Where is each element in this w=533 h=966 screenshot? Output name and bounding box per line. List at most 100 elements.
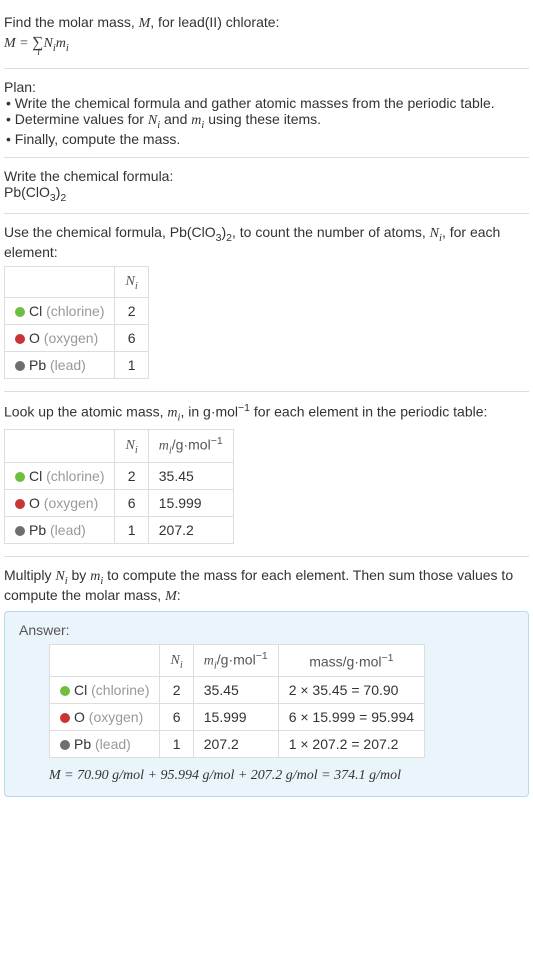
- hm: m: [204, 653, 214, 668]
- el-n: 2: [160, 677, 193, 704]
- table-row: Pb (lead) 1 207.2 1 × 207.2 = 207.2: [50, 731, 425, 758]
- mult-m: m: [90, 569, 100, 584]
- intro-section: Find the molar mass, M, for lead(II) chl…: [4, 8, 529, 64]
- plan-item-2: • Determine values for Ni and mi using t…: [6, 111, 529, 131]
- formula-section: Write the chemical formula: Pb(ClO3)2: [4, 157, 529, 210]
- intro-text: Find the molar mass,: [4, 14, 139, 30]
- eq-m-sub: i: [66, 43, 69, 54]
- answer-table: Ni mi/g·mol−1 mass/g·mol−1 Cl (chlorine)…: [49, 644, 425, 758]
- eq-m: m: [56, 36, 66, 51]
- el-m: 207.2: [193, 731, 278, 758]
- answer-label: Answer:: [19, 622, 514, 638]
- el-sym: Pb: [29, 357, 46, 373]
- table-row: Cl (chlorine) 2 35.45: [5, 462, 234, 489]
- mass-intro-3: for each element in the periodic table:: [250, 404, 487, 420]
- header-ni: Ni: [115, 267, 148, 298]
- el-sym: O: [74, 709, 85, 725]
- el-mass: 6 × 15.999 = 95.994: [278, 704, 424, 731]
- table-header-row: Ni mi/g·mol−1 mass/g·mol−1: [50, 644, 425, 676]
- plan-2-m: m: [191, 113, 201, 128]
- plan-item-3: • Finally, compute the mass.: [6, 131, 529, 147]
- table-row: O (oxygen) 6 15.999: [5, 489, 234, 516]
- plan-section: Plan: • Write the chemical formula and g…: [4, 68, 529, 153]
- dot-icon: [15, 472, 25, 482]
- plan-2-n: N: [148, 113, 157, 128]
- el-name: (oxygen): [44, 330, 98, 346]
- el-name: (lead): [50, 522, 86, 538]
- dot-icon: [60, 713, 70, 723]
- mult-2: by: [68, 567, 91, 583]
- el-n: 6: [115, 489, 148, 516]
- table-header-row: Ni: [5, 267, 149, 298]
- hsup: −1: [256, 650, 268, 662]
- el-n: 2: [115, 298, 148, 325]
- table-row: O (oxygen) 6 15.999 6 × 15.999 = 95.994: [50, 704, 425, 731]
- dot-icon: [15, 526, 25, 536]
- el-sym: O: [29, 495, 40, 511]
- table-header-row: Ni mi/g·mol−1: [5, 430, 234, 462]
- el-sym: Pb: [74, 736, 91, 752]
- el-name: (oxygen): [44, 495, 98, 511]
- element-cell-o: O (oxygen): [50, 704, 160, 731]
- el-m: 15.999: [193, 704, 278, 731]
- eq-lhs: M: [4, 36, 16, 51]
- dot-icon: [15, 499, 25, 509]
- dot-icon: [60, 686, 70, 696]
- el-n: 1: [160, 731, 193, 758]
- eq-equals: =: [16, 36, 32, 51]
- var-m-upper: M: [139, 16, 151, 31]
- multiply-intro: Multiply Ni by mi to compute the mass fo…: [4, 567, 529, 605]
- element-cell-pb: Pb (lead): [5, 516, 115, 543]
- el-sym: Cl: [74, 682, 87, 698]
- table-row: Cl (chlorine) 2: [5, 298, 149, 325]
- element-cell-o: O (oxygen): [5, 489, 115, 516]
- dot-icon: [15, 361, 25, 371]
- mass-intro-2: , in g·mol: [180, 404, 238, 420]
- hunit: /g·mol: [217, 651, 256, 667]
- header-mi: mi/g·mol−1: [148, 430, 233, 462]
- el-n: 1: [115, 352, 148, 379]
- count-var-n: N: [430, 226, 439, 241]
- final-equation: M = 70.90 g/mol + 95.994 g/mol + 207.2 g…: [49, 768, 514, 784]
- table-row: Pb (lead) 1: [5, 352, 149, 379]
- count-table: Ni Cl (chlorine) 2 O (oxygen) 6 Pb (lead…: [4, 266, 149, 379]
- dot-icon: [60, 740, 70, 750]
- table-row: O (oxygen) 6: [5, 325, 149, 352]
- hm: m: [159, 439, 169, 454]
- el-n: 6: [160, 704, 193, 731]
- el-sym: Pb: [29, 522, 46, 538]
- count-section: Use the chemical formula, Pb(ClO3)2, to …: [4, 213, 529, 387]
- hmass: mass/g·mol: [309, 653, 381, 669]
- formula-heading: Write the chemical formula:: [4, 168, 529, 184]
- intro-text-b: , for lead(II) chlorate:: [150, 14, 279, 30]
- mass-intro: Look up the atomic mass, mi, in g·mol−1 …: [4, 402, 529, 423]
- hn: N: [170, 653, 179, 668]
- el-name: (chlorine): [91, 682, 149, 698]
- el-m: 35.45: [148, 462, 233, 489]
- element-cell-pb: Pb (lead): [50, 731, 160, 758]
- el-sym: O: [29, 330, 40, 346]
- intro-line: Find the molar mass, M, for lead(II) chl…: [4, 14, 529, 32]
- hn: N: [125, 438, 134, 453]
- el-n: 1: [115, 516, 148, 543]
- el-name: (lead): [95, 736, 131, 752]
- el-name: (chlorine): [46, 303, 104, 319]
- hn: N: [125, 274, 134, 289]
- el-m: 207.2: [148, 516, 233, 543]
- multiply-section: Multiply Ni by mi to compute the mass fo…: [4, 556, 529, 803]
- el-sym: Cl: [29, 303, 42, 319]
- table-row: Pb (lead) 1 207.2: [5, 516, 234, 543]
- final-eq: = 70.90 g/mol + 95.994 g/mol + 207.2 g/m…: [61, 768, 401, 783]
- el-sym: Cl: [29, 468, 42, 484]
- header-mass: mass/g·mol−1: [278, 644, 424, 676]
- element-cell-o: O (oxygen): [5, 325, 115, 352]
- hni: i: [135, 281, 138, 292]
- element-cell-cl: Cl (chlorine): [50, 677, 160, 704]
- formula-2: 2: [60, 191, 66, 203]
- mass-table: Ni mi/g·mol−1 Cl (chlorine) 2 35.45 O (o…: [4, 429, 234, 543]
- molar-mass-equation: M = ∑i Nimi: [4, 34, 529, 58]
- el-m: 15.999: [148, 489, 233, 516]
- table-row: Cl (chlorine) 2 35.45 2 × 35.45 = 70.90: [50, 677, 425, 704]
- header-empty: [5, 267, 115, 298]
- answer-box: Answer: Ni mi/g·mol−1 mass/g·mol−1 Cl (c…: [4, 611, 529, 797]
